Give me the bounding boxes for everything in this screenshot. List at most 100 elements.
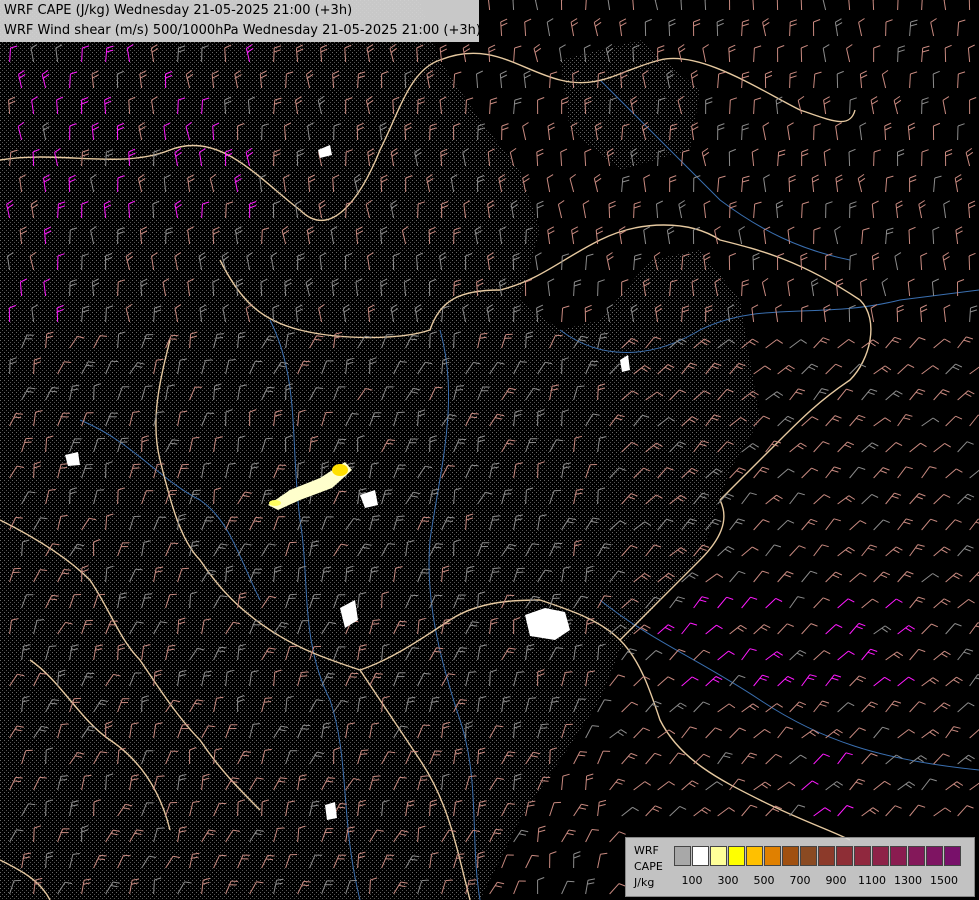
legend-swatch [692, 846, 709, 866]
legend-swatch [728, 846, 745, 866]
wind-barb [117, 645, 119, 661]
wind-barb [897, 47, 899, 63]
legend-swatch [710, 846, 727, 866]
wind-barb [33, 827, 35, 843]
wind-barb-flag [469, 775, 477, 777]
wind-barb [261, 801, 263, 817]
wind-barb [752, 255, 755, 271]
title-wind-shear: WRF Wind shear (m/s) 500/1000hPa Wednesd… [4, 23, 481, 38]
wind-barb [633, 203, 635, 219]
wind-barb [729, 99, 731, 115]
wind-barb-flag [300, 675, 308, 677]
wind-barb-flag [471, 412, 479, 415]
wind-barb-flag [265, 489, 273, 492]
wind-barb-flag [99, 854, 107, 857]
wind-barb-flag [420, 779, 428, 781]
wind-barb [716, 21, 719, 37]
cape-legend: WRF CAPE J/kg 100 300 500 700 900 1100 1300 150… [625, 837, 975, 897]
legend-tick-label: 500 [753, 874, 775, 887]
legend-swatch [836, 846, 853, 866]
wind-barb-flag [374, 676, 382, 679]
wind-barb [968, 255, 971, 271]
wind-barb-flag [423, 672, 431, 675]
wind-barb-flag [411, 335, 419, 337]
wind-barb-flag [157, 463, 165, 465]
wind-barb [597, 489, 599, 505]
wind-barb-flag [265, 858, 273, 861]
wind-barb-flag [301, 671, 309, 673]
wind-barb-flag [255, 516, 263, 519]
wind-barb-flag [123, 854, 131, 857]
legend-tick-label: 100 [681, 874, 703, 887]
wind-barb-flag [579, 751, 588, 753]
wind-barb [788, 177, 791, 193]
wind-barb-flag [540, 727, 548, 729]
title-box: WRF CAPE (J/kg) Wednesday 21-05-2025 21:… [0, 0, 481, 42]
wind-barb [273, 47, 275, 63]
wind-barb-flag [435, 386, 443, 389]
wind-barb-flag [397, 411, 405, 414]
wind-barb-flag [495, 828, 503, 831]
wind-barb [345, 203, 347, 219]
wind-barb [429, 333, 431, 349]
wind-barb-flag [13, 780, 21, 783]
wind-barb [741, 281, 743, 297]
wind-barb [81, 47, 83, 63]
wind-barb-flag [121, 437, 129, 440]
wind-barb-flag [421, 520, 429, 522]
wind-barb-flag [132, 467, 140, 469]
wind-barb-flag [120, 441, 128, 443]
wind-barb-flag [51, 594, 59, 597]
legend-swatch [890, 846, 907, 866]
legend-tick-label: 1300 [894, 874, 922, 887]
map-canvas [0, 0, 979, 900]
wind-barb-flag [531, 854, 539, 857]
wind-barb-flag [361, 749, 369, 751]
wind-barb [489, 671, 491, 687]
wind-barb-flag [399, 776, 407, 779]
wind-barb-flag [399, 361, 407, 363]
legend-tick-label: 1100 [858, 874, 886, 887]
legend-tick-label: 300 [717, 874, 739, 887]
wind-barb [957, 73, 959, 89]
wind-barb [380, 177, 383, 193]
legend-label-wrf: WRF [634, 844, 659, 857]
wind-barb [908, 229, 911, 245]
wind-barb-flag [421, 775, 429, 777]
wind-barb [45, 749, 47, 765]
wind-barb-flag [39, 776, 47, 779]
legend-label-unit: J/kg [634, 876, 655, 889]
wind-barb [849, 99, 851, 115]
wind-barb [56, 307, 59, 323]
wind-barb [453, 333, 455, 349]
legend-swatch [944, 846, 961, 866]
wind-barb-flag [301, 884, 309, 887]
legend-swatch [764, 846, 781, 866]
wind-barb [32, 151, 35, 167]
legend-swatch [926, 846, 943, 866]
wind-barb-flag [447, 465, 455, 467]
wind-barb-flag [468, 883, 476, 885]
wind-barb [225, 203, 227, 219]
wind-barb-flag [469, 416, 478, 419]
wind-barb [512, 255, 515, 271]
wind-barb [261, 229, 263, 245]
wind-barb-flag [493, 832, 502, 835]
wind-barb [597, 385, 599, 401]
wind-barb-flag [157, 827, 165, 829]
wind-barb-flag [565, 671, 573, 673]
wind-barb-flag [577, 385, 585, 388]
wind-barb-flag [445, 520, 453, 522]
wind-barb-flag [217, 650, 225, 652]
wind-barb-flag [97, 489, 105, 491]
wind-barb [609, 99, 611, 115]
wind-barb [33, 463, 35, 479]
wind-barb [525, 229, 527, 245]
legend-swatch [674, 846, 691, 866]
wind-barb [69, 229, 71, 245]
wind-barb [561, 255, 563, 271]
wind-barb [428, 229, 431, 245]
wind-barb-flag [492, 519, 500, 521]
wind-barb-flag [49, 598, 58, 601]
wind-barb-flag [519, 361, 528, 363]
